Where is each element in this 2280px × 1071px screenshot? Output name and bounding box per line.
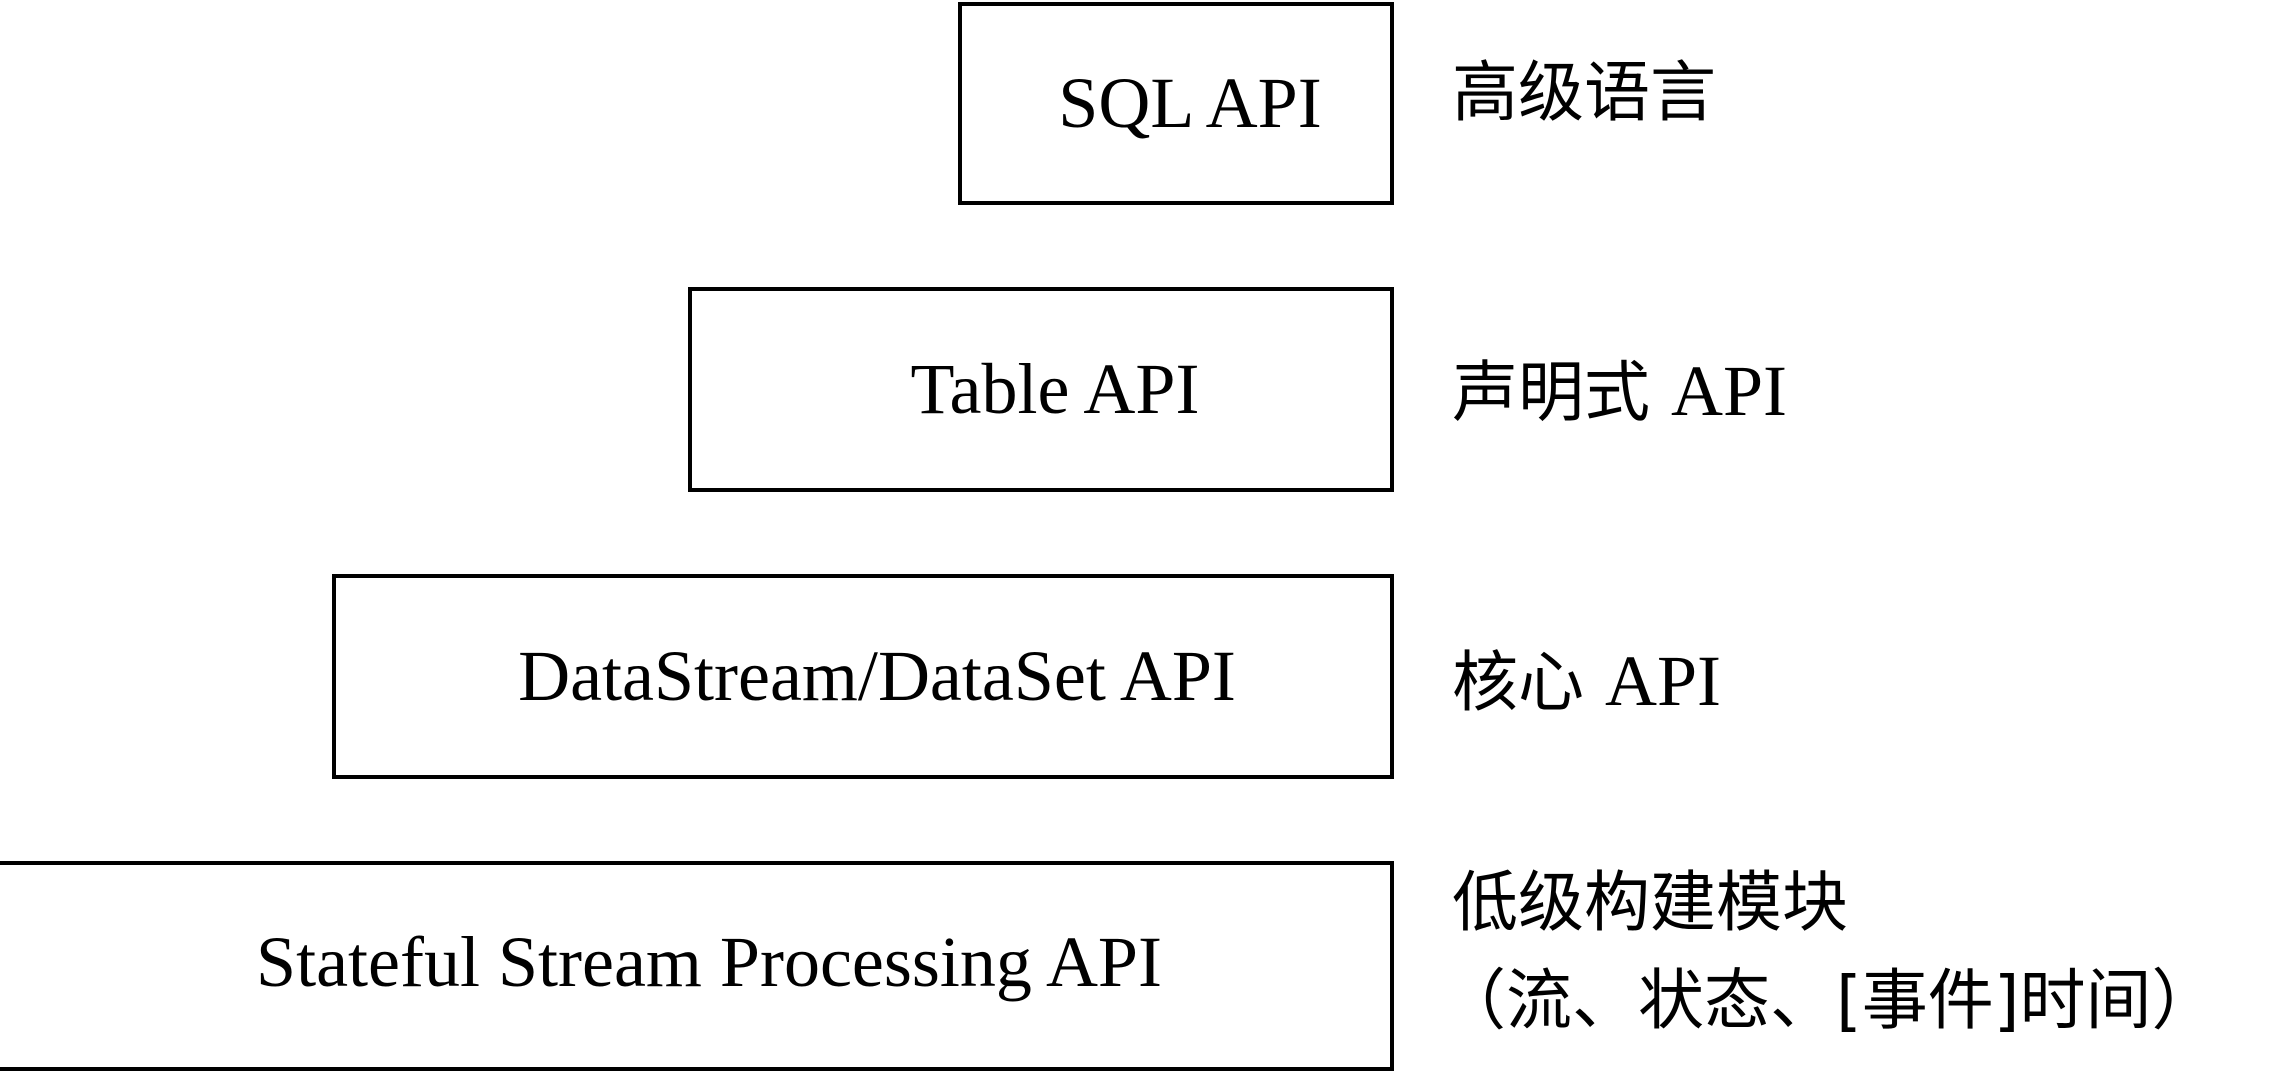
layer-box-label: DataStream/DataSet API [518, 636, 1236, 716]
layer-box-label: SQL API [1058, 63, 1322, 143]
layer-description-low-level-detail: （流、状态、[事件]时间） [1440, 968, 2218, 1034]
layer-description-text: 低级构建模块 [1452, 864, 1848, 941]
layer-description-sql: 高级语言 [1452, 60, 1716, 126]
layer-description-api: API [1670, 351, 1787, 431]
layer-description-text: 高级语言 [1452, 54, 1716, 131]
layer-box-table-api: Table API [688, 287, 1394, 492]
layer-box-datastream-dataset-api: DataStream/DataSet API [332, 574, 1394, 779]
layer-description-low-level: 低级构建模块 [1452, 870, 1848, 936]
layer-description-text: 核心 [1452, 644, 1605, 721]
layer-description-core: 核心 API [1452, 645, 1721, 717]
layer-box-label: Table API [910, 349, 1200, 429]
layer-description-detail-text: （流、状态、[事件]时间） [1440, 962, 2218, 1039]
layer-description-table: 声明式 API [1452, 355, 1787, 427]
layer-description-text: 声明式 [1452, 354, 1671, 431]
layer-box-label: Stateful Stream Processing API [256, 921, 1162, 1002]
layer-box-sql-api: SQL API [958, 2, 1394, 205]
layer-box-stateful-stream-processing-api: Stateful Stream Processing API [0, 861, 1394, 1071]
layer-description-api: API [1604, 641, 1721, 721]
